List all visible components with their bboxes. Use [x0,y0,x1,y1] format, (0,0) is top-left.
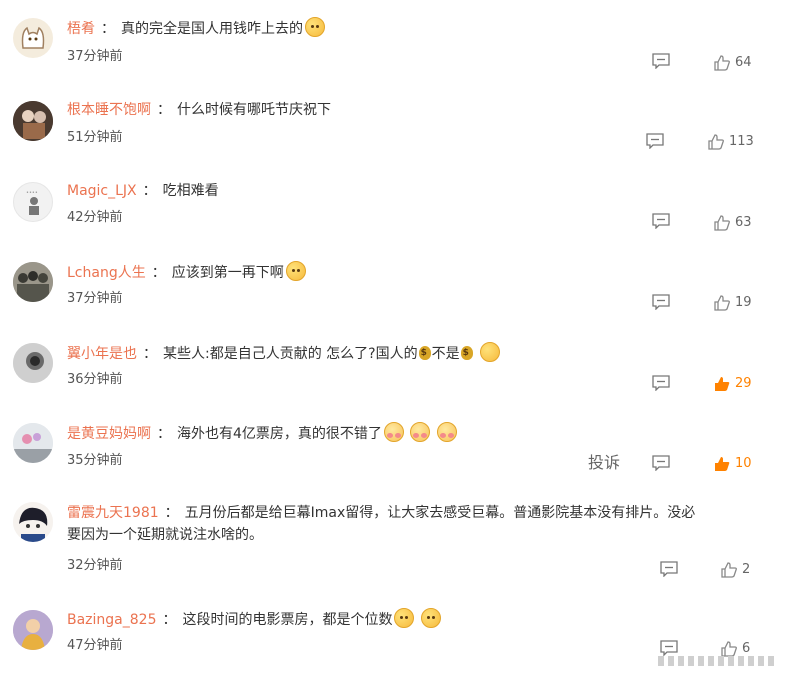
separator: ： [142,183,157,199]
dog-emoji-icon [285,261,306,281]
separator: ： [157,102,171,118]
thumbs-up-icon [714,214,730,231]
thinking-emoji-icon [479,342,500,362]
comment-text: 应该到第一再下啊 [171,265,284,281]
avatar[interactable] [13,18,53,58]
avatar[interactable]: •••• [13,182,53,222]
dog-emoji-icon [394,608,415,628]
like-count: 6 [742,641,751,656]
comment-text: 真的完全是国人用钱咋上去的 [121,21,303,37]
money-bag-icon [460,346,473,360]
comment-text: 什么时候有哪吒节庆祝下 [177,102,331,118]
like-count: 113 [729,134,754,149]
comment-text: 五月份后都是给巨幕Imax留得，让大家去感受巨幕。普通影院基本没有排片。没必要因… [67,505,696,543]
like-button[interactable]: 19 [713,292,752,312]
comment-text: 这段时间的电影票房，都是个位数 [182,612,393,628]
thumbs-up-icon [715,456,730,471]
username[interactable]: 雷震九天1981 [67,505,159,521]
timestamp: 32分钟前 [67,558,123,573]
avatar[interactable] [13,101,53,141]
like-button[interactable]: 29 [713,373,752,393]
like-button[interactable]: 6 [720,638,750,658]
comment-text: 某些人:都是自己人贡献的 怎么了?国人的 [163,346,418,362]
shy-emoji-icon [383,422,404,442]
username[interactable]: 根本睡不饱啊 [67,102,151,118]
username[interactable]: Lchang人生 [67,265,146,281]
like-button[interactable]: 64 [713,52,752,72]
like-button[interactable]: 10 [713,453,752,473]
thumbs-up-icon [714,54,730,71]
separator: ： [162,612,177,628]
comment-icon[interactable] [652,53,670,69]
username[interactable]: Magic_LJX [67,183,137,199]
timestamp: 51分钟前 [67,130,123,145]
shy-emoji-icon [410,422,431,442]
comment-icon[interactable] [646,133,664,149]
like-count: 19 [735,295,752,310]
separator: ： [157,426,171,442]
timestamp: 42分钟前 [67,210,123,225]
avatar[interactable] [13,610,53,650]
thumbs-up-icon [715,376,730,391]
avatar[interactable] [13,262,53,302]
timestamp: 37分钟前 [67,49,123,64]
thumbs-up-icon [714,294,730,311]
timestamp: 47分钟前 [67,638,123,653]
comment-icon[interactable] [652,455,670,471]
timestamp: 35分钟前 [67,453,123,468]
like-count: 64 [735,55,752,70]
comment-icon[interactable] [660,561,678,577]
comment-icon[interactable] [652,294,670,310]
separator: ： [143,346,157,362]
avatar[interactable] [13,502,53,542]
comment-icon[interactable] [652,213,670,229]
comment-icon[interactable] [660,640,678,656]
comment-text: 海外也有4亿票房，真的很不错了 [177,426,382,442]
comment-text: 吃相难看 [162,183,219,199]
comment-icon[interactable] [652,375,670,391]
timestamp: 37分钟前 [67,291,123,306]
like-button[interactable]: 63 [713,212,752,232]
svg-text:••••: •••• [26,190,38,196]
timestamp: 36分钟前 [67,372,123,387]
loading-indicator [658,656,778,666]
dog-emoji-icon [420,608,441,628]
like-count: 10 [735,456,752,471]
username[interactable]: 是黄豆妈妈啊 [67,426,151,442]
avatar[interactable] [13,423,53,463]
separator: ： [164,505,179,521]
thumbs-up-icon [708,133,724,150]
dog-emoji-icon [305,17,325,37]
report-button[interactable]: 投诉 [588,453,620,473]
like-button[interactable]: 113 [707,131,754,151]
username[interactable]: Bazinga_825 [67,612,156,628]
username[interactable]: 翼小年是也 [67,346,137,362]
comment-text: 不是 [431,346,460,362]
thumbs-up-icon [721,561,737,578]
separator: ： [151,265,166,281]
username[interactable]: 梧肴 [67,21,95,37]
avatar[interactable] [13,343,53,383]
like-count: 2 [742,562,751,577]
separator: ： [101,21,115,37]
like-button[interactable]: 2 [720,559,750,579]
like-count: 29 [735,376,752,391]
money-bag-icon [418,346,431,360]
thumbs-up-icon [721,640,737,657]
shy-emoji-icon [436,422,457,442]
like-count: 63 [735,215,752,230]
